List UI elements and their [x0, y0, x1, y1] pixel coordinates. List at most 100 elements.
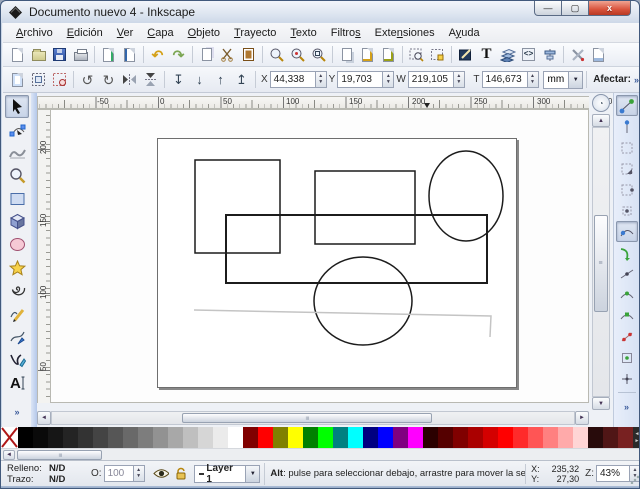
- snap-enable-button[interactable]: [616, 95, 638, 116]
- snap-midpoints-button[interactable]: [616, 326, 638, 347]
- palette-swatch[interactable]: [543, 427, 558, 448]
- palette-swatch[interactable]: [48, 427, 63, 448]
- drawing-ellipse-1[interactable]: [429, 151, 503, 241]
- units-select[interactable]: mm: [543, 71, 570, 89]
- create-clone-button[interactable]: [357, 44, 378, 65]
- xml-editor-button[interactable]: <>: [518, 44, 539, 65]
- palette-swatch[interactable]: [183, 427, 198, 448]
- preferences-button[interactable]: [567, 44, 588, 65]
- canvas-viewport[interactable]: [51, 109, 589, 403]
- export-button[interactable]: [119, 44, 140, 65]
- palette-swatch[interactable]: [153, 427, 168, 448]
- palette-scroll-left-button[interactable]: ◄: [3, 450, 15, 460]
- palette-scroll-thumb[interactable]: ≡: [17, 450, 102, 460]
- duplicate-button[interactable]: [336, 44, 357, 65]
- palette-swatch[interactable]: [258, 427, 273, 448]
- palette-swatch[interactable]: [33, 427, 48, 448]
- menu-capa[interactable]: Capa: [140, 25, 180, 41]
- palette-swatch[interactable]: [123, 427, 138, 448]
- palette-swatch[interactable]: [18, 427, 33, 448]
- units-dropdown-arrow[interactable]: ▼: [569, 71, 583, 89]
- opacity-input[interactable]: 100: [104, 465, 134, 482]
- palette-swatch[interactable]: [483, 427, 498, 448]
- title-bar[interactable]: Documento nuevo 4 - Inkscape — ▢ x: [1, 1, 639, 23]
- y-stepper[interactable]: ▲▼: [383, 71, 394, 88]
- menu-ver[interactable]: Ver: [110, 25, 141, 41]
- snap-bbox-centers-button[interactable]: [616, 200, 638, 221]
- tool-pen[interactable]: [5, 325, 29, 348]
- snap-path-intersections-button[interactable]: [616, 263, 638, 284]
- vertical-ruler[interactable]: 20015010050: [37, 109, 51, 403]
- tool-rectangle[interactable]: [5, 187, 29, 210]
- snapbar-overflow[interactable]: »: [616, 396, 638, 417]
- palette-swatch[interactable]: [108, 427, 123, 448]
- snap-bbox-corners-button[interactable]: [616, 158, 638, 179]
- palette-swatch[interactable]: [213, 427, 228, 448]
- snap-bbox-edges-button[interactable]: [616, 137, 638, 158]
- zoom-selection-button[interactable]: [266, 44, 287, 65]
- horizontal-ruler[interactable]: -50050100150200250300350: [37, 96, 589, 109]
- close-button[interactable]: x: [589, 1, 631, 16]
- maximize-button[interactable]: ▢: [562, 1, 589, 16]
- redo-button[interactable]: ↷: [168, 44, 189, 65]
- palette-swatch[interactable]: [393, 427, 408, 448]
- palette-swatch[interactable]: [168, 427, 183, 448]
- open-button[interactable]: [28, 44, 49, 65]
- menu-edición[interactable]: Edición: [60, 25, 110, 41]
- lower-to-bottom-button[interactable]: ↧: [168, 69, 189, 90]
- palette-swatch[interactable]: [303, 427, 318, 448]
- toolbox-overflow[interactable]: »: [5, 400, 29, 423]
- find-button[interactable]: [406, 44, 427, 65]
- layer-lock-icon[interactable]: [174, 467, 188, 481]
- menu-ayuda[interactable]: Ayuda: [442, 25, 487, 41]
- text-dialog-button[interactable]: T: [476, 44, 497, 65]
- vertical-scrollbar[interactable]: ≡: [592, 127, 610, 397]
- menu-trayecto[interactable]: Trayecto: [227, 25, 283, 41]
- palette-swatch[interactable]: [198, 427, 213, 448]
- palette-swatch[interactable]: [138, 427, 153, 448]
- tool-node-editor[interactable]: [5, 118, 29, 141]
- width-stepper[interactable]: ▲▼: [454, 71, 465, 88]
- save-button[interactable]: [49, 44, 70, 65]
- tool-tweak[interactable]: [5, 141, 29, 164]
- palette-swatch[interactable]: [423, 427, 438, 448]
- menu-extensiones[interactable]: Extensiones: [368, 25, 442, 41]
- palette-swatch[interactable]: [438, 427, 453, 448]
- menu-filtros[interactable]: Filtros: [324, 25, 368, 41]
- unlink-clone-button[interactable]: [378, 44, 399, 65]
- tool-ellipse[interactable]: [5, 233, 29, 256]
- new-document-button[interactable]: [7, 44, 28, 65]
- stroke-value[interactable]: N/D: [49, 474, 75, 485]
- print-button[interactable]: [70, 44, 91, 65]
- palette-scrollbar[interactable]: ◄ ≡: [1, 448, 640, 460]
- raise-button[interactable]: ↑: [210, 69, 231, 90]
- flip-vertical-button[interactable]: [140, 69, 161, 90]
- palette-swatch[interactable]: [528, 427, 543, 448]
- tool-text[interactable]: A: [5, 371, 29, 394]
- snap-rotation-centers-button[interactable]: [616, 368, 638, 389]
- layer-dropdown-arrow[interactable]: ▼: [246, 465, 260, 483]
- flip-horizontal-button[interactable]: [119, 69, 140, 90]
- import-button[interactable]: [98, 44, 119, 65]
- select-all-button[interactable]: [7, 69, 28, 90]
- palette-swatch[interactable]: [63, 427, 78, 448]
- zoom-page-button[interactable]: [308, 44, 329, 65]
- lock-ratio-icon[interactable]: [467, 72, 470, 87]
- drawing-gray-path[interactable]: [194, 310, 491, 337]
- no-color-swatch[interactable]: [1, 427, 18, 448]
- paste-button[interactable]: [238, 44, 259, 65]
- horizontal-scroll-thumb[interactable]: ≡: [182, 413, 432, 423]
- raise-to-top-button[interactable]: ↥: [231, 69, 252, 90]
- resize-grip[interactable]: [630, 475, 639, 484]
- palette-swatch[interactable]: [588, 427, 603, 448]
- x-stepper[interactable]: ▲▼: [316, 71, 327, 88]
- snap-paths-button[interactable]: [616, 242, 638, 263]
- copy-button[interactable]: [196, 44, 217, 65]
- opacity-stepper[interactable]: ▲▼: [134, 465, 145, 482]
- tool-spiral[interactable]: [5, 279, 29, 302]
- palette-swatch[interactable]: [558, 427, 573, 448]
- tool-star[interactable]: [5, 256, 29, 279]
- palette-swatch[interactable]: [378, 427, 393, 448]
- palette-swatch[interactable]: [228, 427, 243, 448]
- palette-swatch[interactable]: [408, 427, 423, 448]
